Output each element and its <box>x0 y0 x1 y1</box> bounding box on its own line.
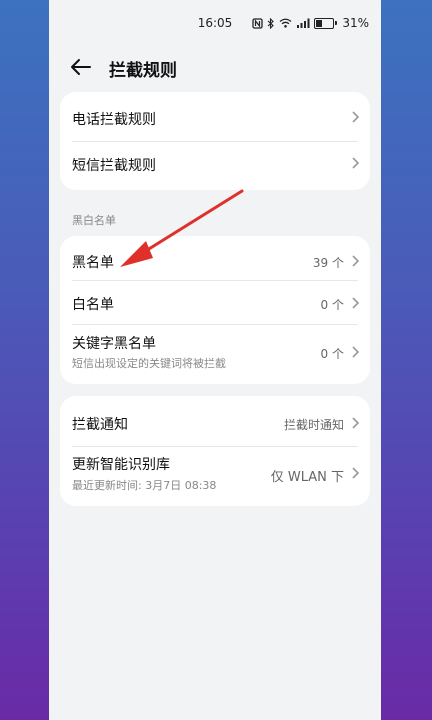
keyword-blacklist-subtitle: 短信出现设定的关键词将被拦截 <box>72 357 226 370</box>
battery-icon <box>314 17 338 29</box>
block-notification-label: 拦截通知 <box>72 417 128 433</box>
call-block-rules-item[interactable]: 电话拦截规则 <box>60 92 370 141</box>
sms-block-rules-item[interactable]: 短信拦截规则 <box>60 142 370 190</box>
update-library-value: 仅 WLAN 下 <box>270 470 344 485</box>
battery-percent: 31% <box>342 16 369 30</box>
notification-library-card: 拦截通知 拦截时通知 更新智能识别库 最近更新时间: 3月7日 08:38 仅 … <box>60 396 370 506</box>
back-arrow-icon[interactable] <box>69 55 93 79</box>
nfc-icon <box>252 17 263 29</box>
sms-block-rules-label: 短信拦截规则 <box>72 158 156 174</box>
keyword-blacklist-count: 0 个 <box>320 347 344 361</box>
update-library-subtitle: 最近更新时间: 3月7日 08:38 <box>72 479 217 492</box>
status-bar: 16:05 31% <box>49 0 381 46</box>
blacklist-item[interactable]: 黑名单 39 个 <box>60 236 370 280</box>
chevron-right-icon <box>352 346 360 358</box>
blacklist-label: 黑名单 <box>72 255 114 271</box>
update-library-item[interactable]: 更新智能识别库 最近更新时间: 3月7日 08:38 仅 WLAN 下 <box>60 447 370 506</box>
keyword-blacklist-item[interactable]: 关键字黑名单 短信出现设定的关键词将被拦截 0 个 <box>60 325 370 384</box>
whitelist-label: 白名单 <box>72 297 114 313</box>
page-title: 拦截规则 <box>109 61 177 81</box>
update-library-label: 更新智能识别库 <box>72 457 170 473</box>
section-title-blackwhite: 黑白名单 <box>72 214 116 227</box>
call-sms-rules-card: 电话拦截规则 短信拦截规则 <box>60 92 370 190</box>
block-notification-value: 拦截时通知 <box>283 418 344 432</box>
chevron-right-icon <box>352 417 360 429</box>
chevron-right-icon <box>352 157 360 169</box>
call-block-rules-label: 电话拦截规则 <box>72 112 156 128</box>
blackwhite-list-card: 黑名单 39 个 白名单 0 个 关键字黑名单 短信出现设定的关键词将被拦截 0… <box>60 236 370 384</box>
blacklist-count: 39 个 <box>312 256 344 270</box>
signal-icon <box>297 18 310 28</box>
whitelist-item[interactable]: 白名单 0 个 <box>60 281 370 324</box>
phone-screen: 16:05 31% 拦截规则 电话拦截规则 短信拦截规则 黑白名单 黑名单 39… <box>49 0 381 720</box>
header: 拦截规则 <box>49 50 381 84</box>
whitelist-count: 0 个 <box>320 298 344 312</box>
chevron-right-icon <box>352 255 360 267</box>
chevron-right-icon <box>352 111 360 123</box>
status-icons: 31% <box>252 16 369 30</box>
wifi-icon <box>279 18 292 28</box>
keyword-blacklist-label: 关键字黑名单 <box>72 336 156 352</box>
chevron-right-icon <box>352 297 360 309</box>
chevron-right-icon <box>352 467 360 479</box>
block-notification-item[interactable]: 拦截通知 拦截时通知 <box>60 396 370 446</box>
bluetooth-icon <box>267 17 275 29</box>
